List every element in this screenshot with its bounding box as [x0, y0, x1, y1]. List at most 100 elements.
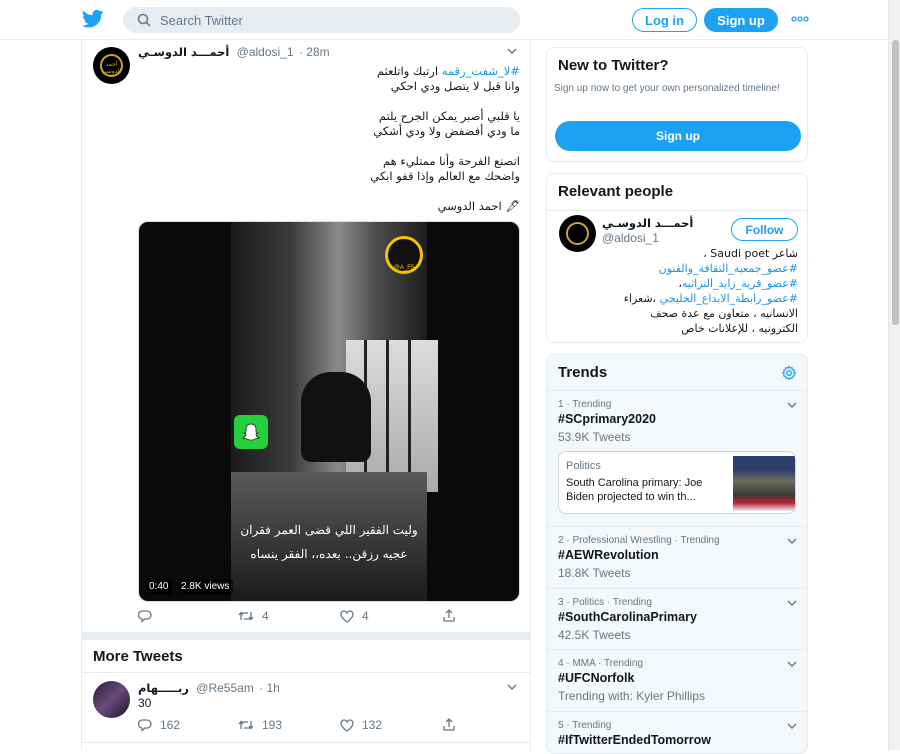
chevron-down-icon[interactable]: [786, 401, 798, 409]
bio-line: الكترونيه ، للإعلانات خاص: [681, 322, 798, 335]
chevron-down-icon[interactable]: [506, 683, 518, 691]
author-name[interactable]: ربـــــهام: [138, 681, 189, 695]
hashtag-link[interactable]: #عضو_رابطة_الابداع_الخليجي: [660, 292, 798, 305]
tweet-line: اتصنع الفرحة وأنا ممتليء هم: [383, 154, 520, 168]
avatar[interactable]: أحمد الدوسي: [93, 47, 130, 84]
trend-name[interactable]: #SCprimary2020: [558, 412, 656, 426]
search-input[interactable]: [160, 7, 500, 33]
like-count: 132: [362, 718, 383, 732]
search-icon: [137, 13, 151, 27]
new-to-twitter-panel: New to Twitter? Sign up now to get your …: [546, 47, 808, 162]
trend-item[interactable]: 3 · Politics · Trending #SouthCarolinaPr…: [547, 588, 807, 649]
person-name[interactable]: أحمـــد الدوسـي: [602, 216, 693, 230]
trend-name[interactable]: #UFCNorfolk: [558, 671, 634, 685]
video-caption-line: وليت الفقير اللي قضى العمر فقران: [240, 523, 418, 537]
video-caption-line: عجيه رزقن.. بعده،، الفقر ينساه: [250, 547, 408, 561]
author-name[interactable]: أحمـــد الدوسـي: [138, 45, 229, 59]
snap-badge-text: @A_F5: [393, 265, 415, 271]
divider: [82, 672, 530, 673]
signup-button[interactable]: Sign up: [704, 8, 778, 32]
avatar[interactable]: [559, 215, 596, 252]
chevron-down-icon[interactable]: [786, 599, 798, 607]
share-button[interactable]: [442, 718, 456, 732]
ghost-icon: [242, 423, 260, 441]
scrollbar[interactable]: [888, 0, 900, 750]
trends-panel: Trends 1 · Trending #SCprimary2020 53.9K…: [546, 354, 808, 754]
search-box[interactable]: [123, 7, 520, 33]
trend-item[interactable]: 2 · Professional Wrestling · Trending #A…: [547, 526, 807, 588]
trend-name[interactable]: #SouthCarolinaPrimary: [558, 610, 697, 624]
heart-icon: [340, 718, 354, 732]
trend-meta: 5 · Trending: [558, 720, 612, 731]
video-views: 2.8K views: [177, 579, 234, 595]
news-headline: South Carolina primary: Joe Biden projec…: [566, 477, 703, 503]
retweet-icon: [238, 611, 254, 621]
tweet-line: ما ودي أفضفض ولا ودي أشكي: [373, 124, 520, 138]
twitter-bird-icon[interactable]: [82, 9, 104, 29]
retweet-button[interactable]: 193: [238, 718, 282, 732]
video-window-bar: [408, 340, 411, 492]
retweet-button[interactable]: 4: [238, 609, 269, 623]
bio-line: الانسانيه ، متعاون مع عدة صحف: [650, 307, 798, 320]
author-handle[interactable]: @aldosi_1: [237, 45, 294, 59]
person-handle[interactable]: @aldosi_1: [602, 231, 659, 245]
tweet-line: وانا قبل لا يتصل ودي احكي: [390, 79, 520, 93]
tweet[interactable]: ربـــــهام @Re55am · 1h 30 162 193 132: [82, 674, 530, 744]
scrollbar-thumb[interactable]: [892, 40, 899, 325]
tweet-time[interactable]: · 1h: [259, 681, 280, 695]
top-navigation-bar: Log in Sign up: [0, 0, 900, 40]
like-button[interactable]: 132: [340, 718, 382, 732]
trend-name[interactable]: #AEWRevolution: [558, 548, 659, 562]
video-figure: [301, 372, 371, 462]
chevron-down-icon[interactable]: [506, 47, 518, 55]
video-player[interactable]: @A_F5 وليت الفقير اللي قضى العمر فقران ع…: [138, 221, 520, 602]
hashtag-link[interactable]: #عضو_قرية_زايد_التراثيه: [682, 277, 798, 290]
more-dots-icon[interactable]: [791, 14, 809, 24]
news-card[interactable]: Politics South Carolina primary: Joe Bid…: [558, 451, 796, 514]
login-button[interactable]: Log in: [632, 8, 697, 32]
bio-text: ،شعراء: [623, 292, 657, 305]
snapchat-logo-icon: @A_F5: [385, 236, 423, 274]
person-bio: شاعر Saudi poet ، #عضو_جمعية_الثقافة_وال…: [602, 246, 798, 336]
trend-name[interactable]: #IfTwitterEndedTomorrow: [558, 733, 711, 747]
video-window-bar: [386, 340, 389, 492]
section-divider: [82, 632, 530, 640]
tweet-line: يا قلبي أصبر يمكن الجرح يلتم: [378, 109, 520, 123]
trend-item[interactable]: 5 · Trending #IfTwitterEndedTomorrow: [547, 711, 807, 753]
trend-item[interactable]: 1 · Trending #SCprimary2020 53.9K Tweets…: [547, 390, 807, 526]
tweet-line: واضحك مع العالم وإذا قفو ابكي: [370, 169, 520, 183]
relevant-people-panel: Relevant people أحمـــد الدوسـي @aldosi_…: [546, 173, 808, 343]
reply-count: 162: [160, 718, 181, 732]
avatar[interactable]: [93, 681, 130, 718]
tweet-actions: 162 193 132: [138, 718, 468, 736]
reply-button[interactable]: 162: [138, 718, 180, 732]
follow-button[interactable]: Follow: [731, 218, 798, 241]
trend-count: 18.8K Tweets: [558, 566, 631, 580]
gear-icon[interactable]: [781, 365, 797, 381]
sidebar-signup-button[interactable]: Sign up: [555, 121, 801, 151]
reply-button[interactable]: [138, 609, 160, 623]
video-duration: 0:40: [145, 579, 173, 595]
chevron-down-icon[interactable]: [786, 660, 798, 668]
reply-icon: [138, 610, 152, 623]
chevron-down-icon[interactable]: [786, 537, 798, 545]
more-tweets-title: More Tweets: [93, 648, 183, 665]
hashtag-link[interactable]: #لا_شفت_رقمه: [442, 64, 520, 78]
new-to-twitter-subtitle: Sign up now to get your own personalized…: [554, 83, 780, 94]
like-button[interactable]: 4: [340, 609, 369, 623]
heart-icon: [340, 609, 354, 623]
divider: [547, 210, 807, 211]
share-button[interactable]: [442, 609, 456, 623]
chevron-down-icon[interactable]: [786, 722, 798, 730]
tweet-text: #لا_شفت_رقمه ارتبك واتلعثم وانا قبل لا ي…: [138, 64, 520, 214]
author-handle[interactable]: @Re55am: [196, 681, 254, 695]
news-category: Politics: [566, 460, 601, 472]
trend-item[interactable]: 4 · MMA · Trending #UFCNorfolk Trending …: [547, 649, 807, 711]
tweet-time[interactable]: · 28m: [299, 45, 330, 59]
hashtag-link[interactable]: #عضو_جمعية_الثقافة_والفنون: [659, 262, 798, 275]
share-icon: [443, 609, 455, 622]
news-thumbnail: [733, 456, 795, 511]
tweet-header: ربـــــهام @Re55am · 1h: [138, 681, 518, 699]
trend-meta: 1 · Trending: [558, 399, 612, 410]
relevant-people-title: Relevant people: [558, 183, 674, 200]
